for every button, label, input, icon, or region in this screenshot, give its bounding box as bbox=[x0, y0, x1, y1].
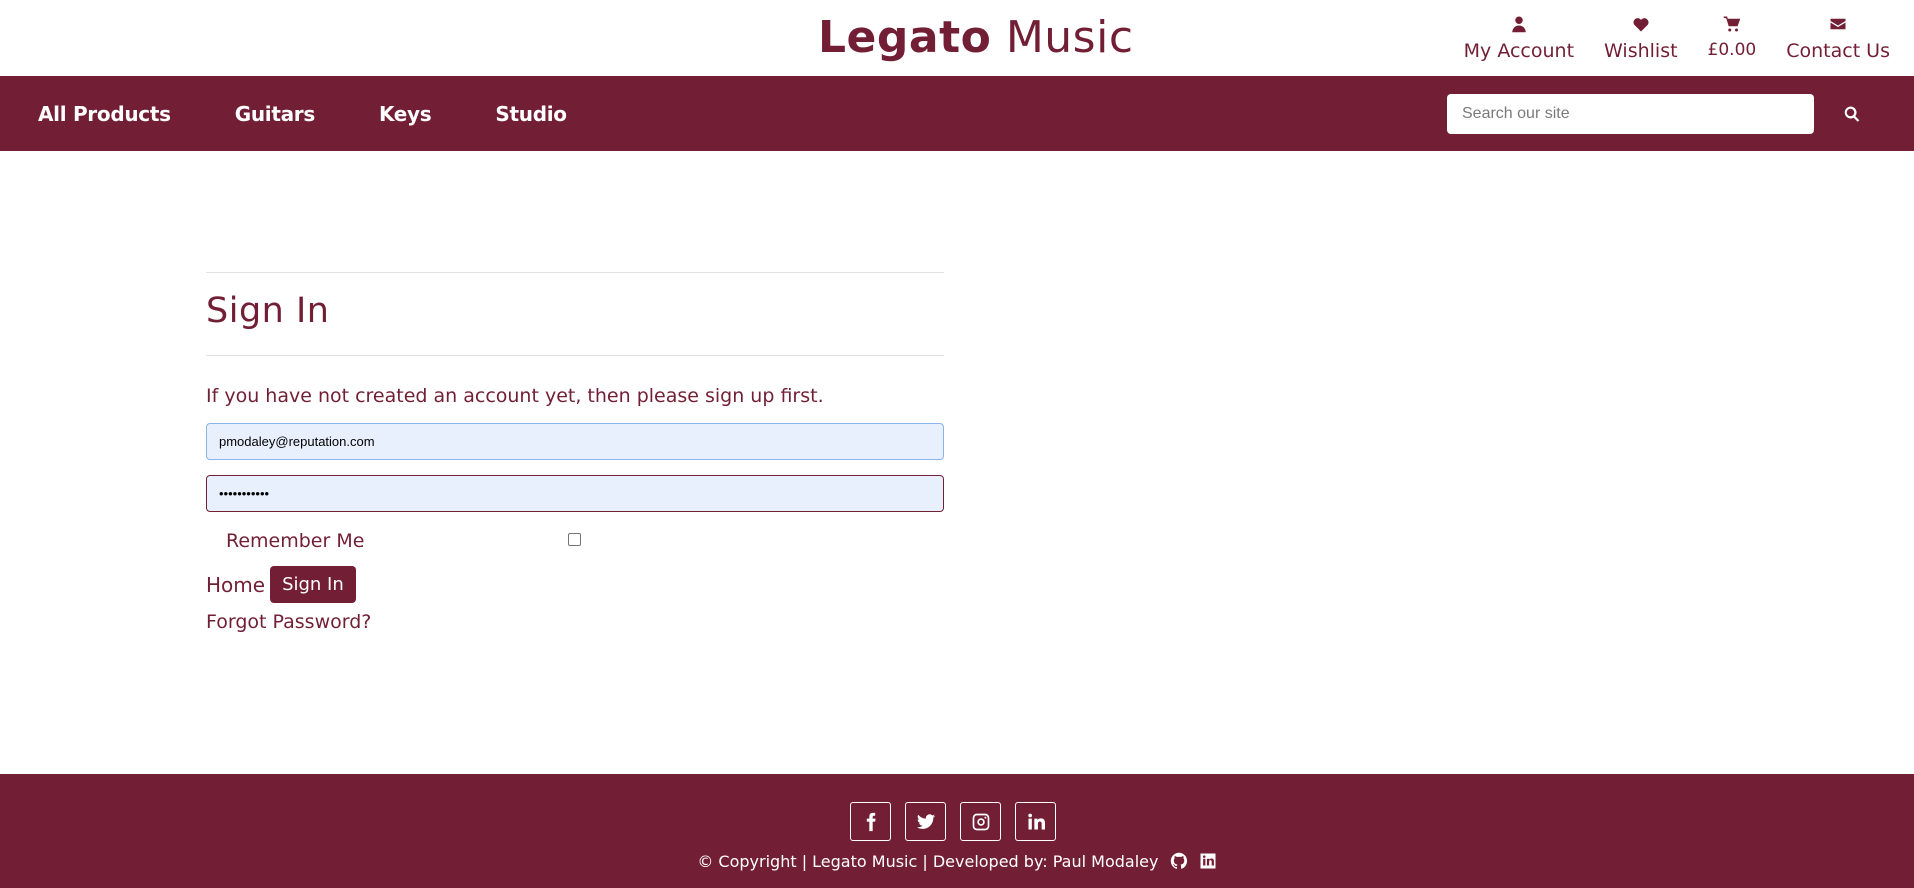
my-account-link[interactable]: My Account bbox=[1464, 14, 1574, 62]
copyright-line: © Copyright | Legato Music | Developed b… bbox=[0, 852, 1914, 871]
divider-bottom bbox=[206, 355, 944, 356]
top-header: Legato Music My Account Wishlist £0.00 C… bbox=[0, 0, 1914, 76]
home-link[interactable]: Home bbox=[206, 573, 265, 597]
search-icon bbox=[1844, 106, 1860, 122]
search-button[interactable] bbox=[1836, 98, 1868, 130]
wishlist-link[interactable]: Wishlist bbox=[1604, 14, 1678, 62]
contact-us-label: Contact Us bbox=[1786, 40, 1890, 62]
remember-me-checkbox[interactable] bbox=[568, 533, 581, 546]
wishlist-label: Wishlist bbox=[1604, 40, 1678, 62]
brand-logo[interactable]: Legato Music bbox=[818, 12, 1134, 63]
linkedin-button[interactable] bbox=[1015, 802, 1056, 841]
nav-keys[interactable]: Keys bbox=[379, 102, 432, 126]
cart-total: £0.00 bbox=[1707, 40, 1757, 60]
brand-light: Music bbox=[1005, 12, 1134, 63]
user-icon bbox=[1509, 14, 1529, 34]
github-icon bbox=[1170, 852, 1187, 869]
github-link[interactable] bbox=[1170, 852, 1188, 870]
signin-panel: Sign In If you have not created an accou… bbox=[206, 272, 944, 637]
linkedin-profile-link[interactable] bbox=[1199, 852, 1217, 870]
nav-studio[interactable]: Studio bbox=[495, 102, 567, 126]
nav-guitars[interactable]: Guitars bbox=[235, 102, 316, 126]
cart-link[interactable]: £0.00 bbox=[1707, 14, 1757, 62]
instagram-button[interactable] bbox=[960, 802, 1001, 841]
password-field[interactable] bbox=[206, 475, 944, 512]
twitter-button[interactable] bbox=[905, 802, 946, 841]
category-nav: All Products Guitars Keys Studio bbox=[38, 76, 631, 151]
cart-icon bbox=[1722, 14, 1742, 34]
forgot-password-link[interactable]: Forgot Password? bbox=[206, 607, 944, 637]
page-title: Sign In bbox=[206, 291, 330, 331]
envelope-icon bbox=[1828, 14, 1848, 34]
remember-me-label: Remember Me bbox=[226, 530, 365, 552]
linkedin-square-icon bbox=[1200, 853, 1216, 869]
sign-in-button[interactable]: Sign In bbox=[270, 566, 356, 603]
remember-me-row: Remember Me bbox=[206, 530, 944, 552]
divider-top bbox=[206, 272, 944, 273]
email-field[interactable] bbox=[206, 423, 944, 460]
contact-us-link[interactable]: Contact Us bbox=[1786, 14, 1890, 62]
main-navbar: All Products Guitars Keys Studio bbox=[0, 76, 1914, 151]
social-links bbox=[850, 802, 1056, 841]
account-links: My Account Wishlist £0.00 Contact Us bbox=[1464, 14, 1890, 62]
signup-intro: If you have not created an account yet, … bbox=[206, 385, 824, 407]
nav-all-products[interactable]: All Products bbox=[38, 102, 171, 126]
search-input[interactable] bbox=[1447, 94, 1814, 134]
facebook-button[interactable] bbox=[850, 802, 891, 841]
instagram-icon bbox=[972, 813, 989, 830]
form-actions: Home Sign In bbox=[206, 566, 944, 603]
copyright-text: © Copyright | Legato Music | Developed b… bbox=[697, 852, 1159, 871]
facebook-icon bbox=[866, 812, 876, 831]
brand-bold: Legato bbox=[818, 12, 992, 63]
site-footer: © Copyright | Legato Music | Developed b… bbox=[0, 774, 1914, 888]
linkedin-icon bbox=[1027, 813, 1045, 829]
my-account-label: My Account bbox=[1463, 40, 1575, 62]
twitter-icon bbox=[916, 813, 935, 829]
heart-icon bbox=[1631, 14, 1651, 34]
